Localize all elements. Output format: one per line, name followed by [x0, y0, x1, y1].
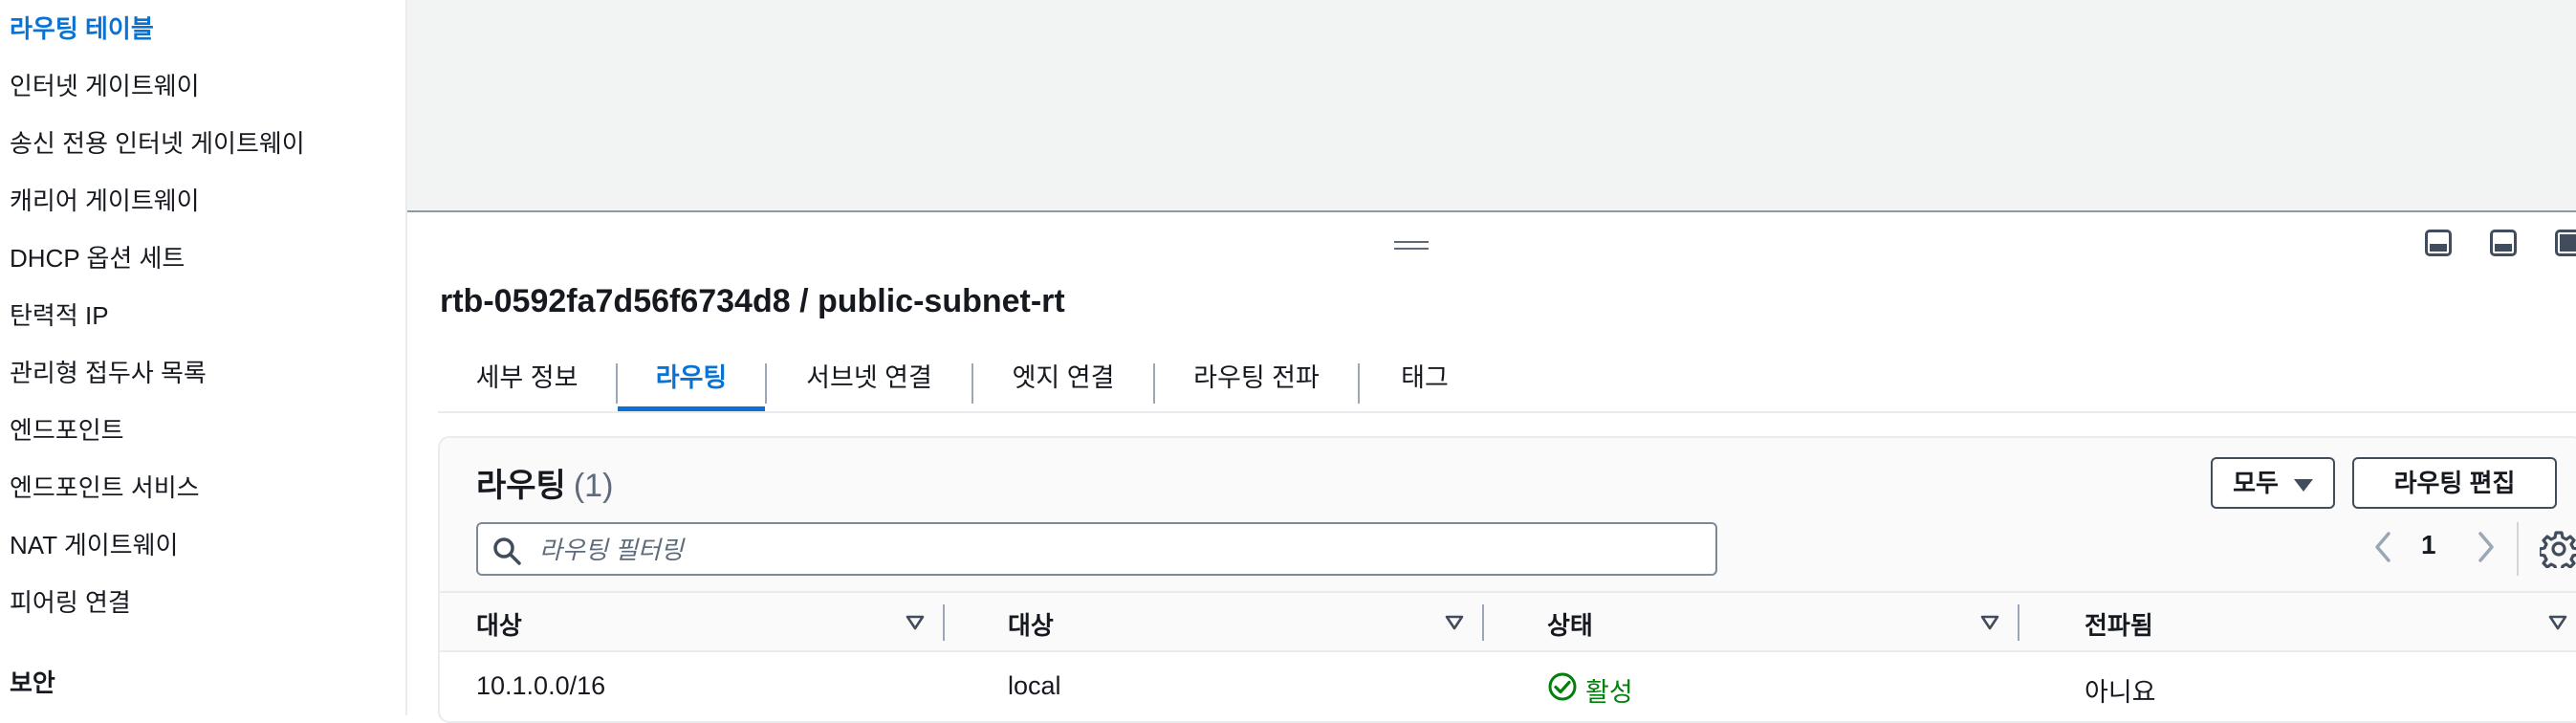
panel-position-full-icon[interactable]	[2555, 230, 2576, 256]
sidebar-item-dhcp-option-sets[interactable]: DHCP 옵션 세트	[10, 239, 185, 274]
check-circle-icon	[1548, 672, 1577, 701]
sidebar-item-nat-gateways[interactable]: NAT 게이트웨이	[10, 526, 178, 561]
column-resizer[interactable]	[2018, 604, 2019, 641]
sort-caret-icon[interactable]	[2547, 612, 2568, 633]
split-panel: rtb-0592fa7d56f6734d8 / public-subnet-rt…	[407, 212, 2576, 723]
sort-caret-icon[interactable]	[1979, 612, 2000, 633]
sort-caret-icon[interactable]	[1444, 612, 1465, 633]
sidebar-item-managed-prefix-lists[interactable]: 관리형 접두사 목록	[10, 354, 207, 389]
table-row: 10.1.0.0/16 local 활성 아니요	[440, 652, 2576, 719]
sidebar-item-endpoints[interactable]: 엔드포인트	[10, 411, 124, 447]
search-icon	[493, 537, 521, 565]
sidebar-item-elastic-ips[interactable]: 탄력적 IP	[10, 296, 109, 332]
route-table-title: rtb-0592fa7d56f6734d8 / public-subnet-rt	[440, 283, 1065, 319]
column-header-status[interactable]: 상태	[1547, 606, 1593, 642]
tab-route-propagation[interactable]: 라우팅 전파	[1155, 346, 1358, 411]
sidebar: 라우팅 테이블 인터넷 게이트웨이 송신 전용 인터넷 게이트웨이 캐리어 게이…	[0, 0, 407, 715]
column-header-propagated[interactable]: 전파됨	[2085, 606, 2153, 642]
sidebar-item-internet-gateways[interactable]: 인터넷 게이트웨이	[10, 67, 200, 102]
routes-title: 라우팅	[476, 468, 566, 504]
chevron-left-icon[interactable]	[2369, 528, 2398, 566]
cell-status: 활성	[1585, 678, 1633, 707]
tab-subnet-associations[interactable]: 서브넷 연결	[767, 346, 971, 411]
sidebar-item-endpoint-services[interactable]: 엔드포인트 서비스	[10, 469, 200, 504]
tab-edge-associations[interactable]: 엣지 연결	[973, 346, 1153, 411]
route-filter-search[interactable]	[476, 522, 1717, 576]
caret-down-icon	[2293, 478, 2313, 492]
cell-propagated: 아니요	[2085, 678, 2156, 707]
edit-routes-button[interactable]: 라우팅 편집	[2352, 457, 2557, 509]
column-header-destination[interactable]: 대상	[476, 606, 522, 642]
panel-position-side-icon[interactable]	[2490, 230, 2517, 256]
tab-details[interactable]: 세부 정보	[438, 346, 616, 411]
routes-container: 라우팅(1) 모두 라우팅 편집 1	[438, 436, 2576, 723]
gear-icon[interactable]	[2540, 530, 2576, 568]
column-resizer[interactable]	[943, 604, 945, 641]
tab-tags[interactable]: 태그	[1360, 346, 1490, 411]
sidebar-item-carrier-gateways[interactable]: 캐리어 게이트웨이	[10, 182, 200, 217]
search-input[interactable]	[537, 530, 1689, 570]
filter-select-label: 모두	[2233, 469, 2279, 497]
column-header-target[interactable]: 대상	[1008, 606, 1054, 642]
column-resizer[interactable]	[1482, 604, 1484, 641]
chevron-right-icon[interactable]	[2471, 528, 2500, 566]
filter-select-dropdown[interactable]: 모두	[2211, 457, 2335, 509]
sidebar-section-security[interactable]: 보안	[10, 664, 55, 699]
sidebar-item-route-tables[interactable]: 라우팅 테이블	[10, 10, 154, 45]
sidebar-item-peering-connections[interactable]: 피어링 연결	[10, 583, 131, 619]
cell-target: local	[1008, 671, 1061, 700]
panel-position-bottom-icon[interactable]	[2425, 230, 2452, 256]
routes-table-header: 대상 대상 상태 전파됨	[440, 591, 2576, 652]
detail-tabs: 세부 정보 라우팅 서브넷 연결 엣지 연결 라우팅 전파 태그	[438, 346, 2576, 413]
routes-header: 라우팅(1) 모두 라우팅 편집 1	[440, 438, 2576, 591]
sort-caret-icon[interactable]	[905, 612, 926, 633]
routes-heading: 라우팅 (1)	[476, 459, 613, 506]
current-page-number[interactable]: 1	[2421, 530, 2436, 560]
tab-routes[interactable]: 라우팅	[618, 346, 765, 411]
main-content-area	[407, 0, 2576, 212]
routes-count: (1)	[573, 468, 614, 504]
drag-handle-icon[interactable]	[1394, 241, 1429, 252]
cell-destination: 10.1.0.0/16	[476, 671, 606, 700]
pager-divider	[2517, 522, 2519, 576]
sidebar-item-egress-only-internet-gateways[interactable]: 송신 전용 인터넷 게이트웨이	[10, 124, 305, 160]
